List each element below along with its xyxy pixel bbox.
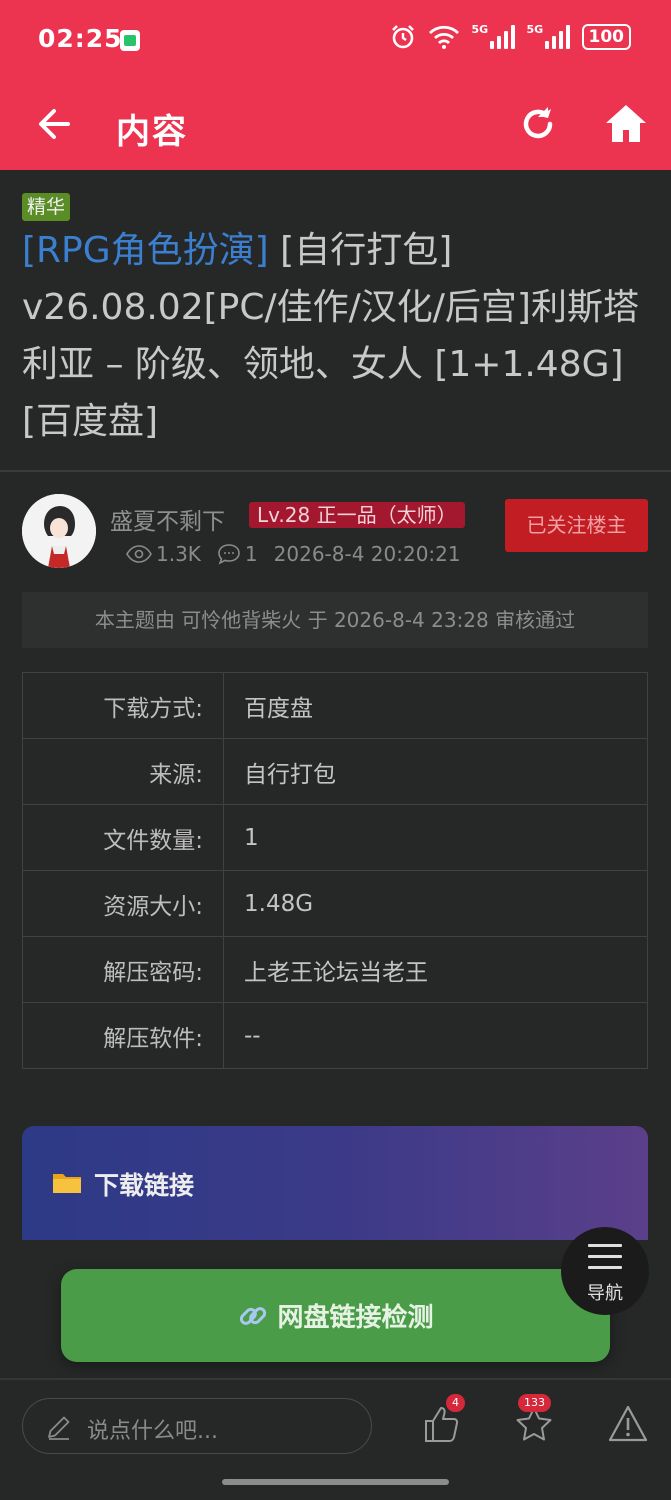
pen-icon: [48, 1416, 70, 1440]
report-button[interactable]: [606, 1402, 650, 1446]
comment-placeholder: 说点什么吧...: [87, 1419, 218, 1444]
resource-info-table: 下载方式: 百度盘 来源: 自行打包 文件数量: 1 资源大小: 1.48G 解压密码: 上老王论…: [22, 672, 648, 1069]
like-button[interactable]: 4: [420, 1394, 465, 1446]
info-value: 自行打包: [223, 738, 648, 805]
thread-title: [RPG角色扮演] [自行打包] v26.08.02[PC/佳作/汉化/后宫]利…: [22, 222, 652, 450]
signal-icon-1: 5G: [472, 23, 515, 49]
link-icon: [240, 1306, 267, 1325]
warning-icon: [608, 1405, 648, 1442]
avatar[interactable]: [22, 494, 96, 568]
comments-count: 1: [244, 542, 258, 566]
download-links-card[interactable]: 下载链接: [22, 1126, 648, 1240]
info-value: 1.48G: [223, 870, 648, 937]
battery-icon: 100: [581, 24, 631, 50]
info-key: 文件数量:: [22, 804, 224, 871]
favorite-button[interactable]: 133: [512, 1394, 556, 1446]
battery-saver-icon: [120, 30, 140, 51]
comment-icon: [218, 544, 240, 565]
eye-icon: [126, 545, 152, 563]
views-stat: 1.3K: [126, 542, 201, 566]
info-row: 资源大小: 1.48G: [22, 870, 648, 937]
thread-meta: 1.3K 1 2026-8-4 20:20:21: [126, 542, 477, 566]
divider: [0, 470, 671, 472]
info-value: 百度盘: [223, 672, 648, 739]
info-row: 文件数量: 1: [22, 804, 648, 871]
navigation-button[interactable]: 导航: [561, 1227, 649, 1315]
featured-badge: 精华: [22, 193, 71, 221]
author-name[interactable]: 盛夏不剩下: [110, 502, 225, 536]
category-link[interactable]: [RPG角色扮演]: [22, 230, 269, 271]
signal-icon-2: 5G: [527, 23, 570, 49]
info-key: 来源:: [22, 738, 224, 805]
menu-icon: [588, 1244, 622, 1277]
info-key: 解压密码:: [22, 936, 224, 1003]
home-indicator[interactable]: [222, 1479, 449, 1485]
info-value: 上老王论坛当老王: [223, 936, 648, 1003]
info-value: --: [223, 1002, 648, 1069]
alarm-icon: [391, 25, 414, 49]
page-title: 内容: [116, 112, 188, 152]
follow-button[interactable]: 已关注楼主: [505, 499, 648, 552]
bottom-action-bar: 说点什么吧... 4 133: [0, 1378, 671, 1476]
info-value: 1: [223, 804, 648, 871]
folder-icon: [53, 1174, 81, 1193]
like-count: 4: [446, 1394, 465, 1412]
info-key: 解压软件:: [22, 1002, 224, 1069]
info-row: 来源: 自行打包: [22, 738, 648, 805]
back-arrow-icon[interactable]: [36, 104, 72, 144]
status-icons: 5G 5G 100: [390, 23, 631, 50]
app-header: 02:25 5G 5G 100 内容: [0, 0, 671, 170]
audit-note: 本主题由 可怜他背柴火 于 2026-8-4 23:28 审核通过: [22, 592, 648, 648]
home-icon[interactable]: [604, 102, 648, 144]
refresh-icon[interactable]: [518, 104, 558, 144]
favorite-count: 133: [518, 1394, 551, 1412]
level-badge: Lv.28 正一品（太师）: [249, 502, 465, 528]
comments-stat: 1: [217, 542, 258, 566]
views-count: 1.3K: [156, 542, 201, 566]
info-row: 解压密码: 上老王论坛当老王: [22, 936, 648, 1003]
info-key: 资源大小:: [22, 870, 224, 937]
info-key: 下载方式:: [22, 672, 224, 739]
info-row: 下载方式: 百度盘: [22, 672, 648, 739]
comment-input[interactable]: 说点什么吧...: [22, 1398, 372, 1454]
navigation-label: 导航: [587, 1283, 623, 1304]
avatar-image: [22, 494, 96, 568]
download-links-title: 下载链接: [94, 1171, 195, 1200]
status-time: 02:25: [38, 24, 123, 53]
link-check-button[interactable]: 网盘链接检测: [61, 1269, 610, 1362]
wifi-icon: [428, 25, 459, 49]
post-datetime: 2026-8-4 20:20:21: [273, 542, 461, 566]
info-row: 解压软件: --: [22, 1002, 648, 1069]
link-check-label: 网盘链接检测: [277, 1303, 434, 1333]
